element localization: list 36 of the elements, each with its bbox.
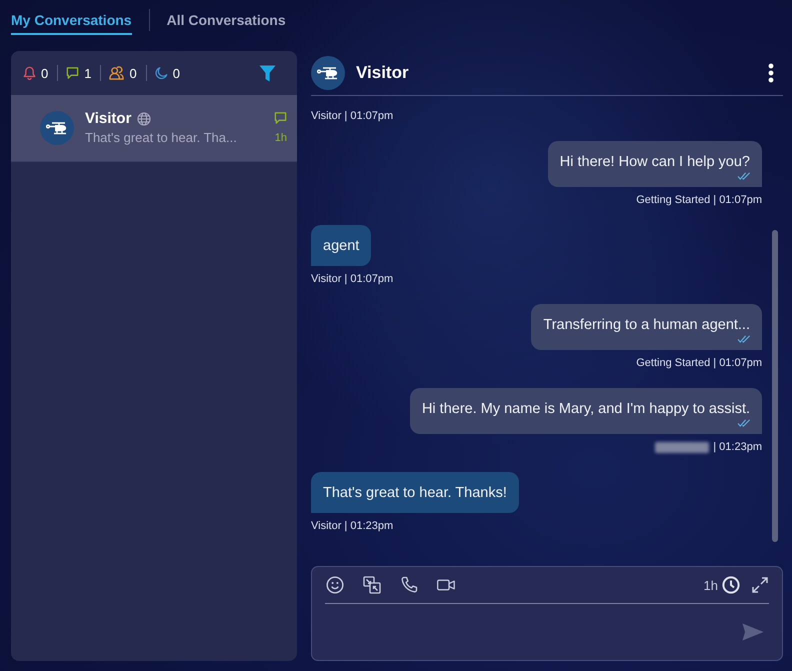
message-preview: That's great to hear. Tha...: [85, 130, 238, 146]
counter-value: 0: [41, 66, 48, 80]
message-bubble: Transferring to a human agent...: [531, 304, 762, 350]
message-meta: Getting Started | 01:07pm: [636, 357, 762, 370]
message-meta: Visitor | 01:23pm: [311, 520, 394, 533]
message-meta: | 01:23pm: [713, 441, 762, 454]
scrollbar-thumb[interactable]: [772, 230, 778, 542]
message-meta: Visitor | 01:07pm: [311, 110, 394, 123]
helicopter-avatar-icon: [40, 111, 74, 145]
filter-icon[interactable]: [259, 64, 276, 82]
more-options-icon[interactable]: [768, 63, 774, 83]
message-bubble: That's great to hear. Thanks!: [311, 472, 519, 513]
time-ago: 1h: [274, 132, 287, 145]
message-meta: Getting Started | 01:07pm: [636, 194, 762, 207]
message-meta: Visitor | 01:07pm: [311, 273, 394, 286]
message-input-field[interactable]: 1h: [311, 566, 783, 661]
expand-icon[interactable]: [752, 577, 768, 593]
conversation-tab[interactable]: All Conversations: [166, 0, 286, 35]
globe-icon: [137, 112, 152, 126]
counter-value: 0: [129, 66, 137, 80]
conversation-item[interactable]: Visitor That's great to hear. Tha... 1h: [11, 95, 297, 162]
chat-title: Visitor: [356, 63, 409, 83]
helicopter-avatar-icon: [311, 56, 345, 90]
timer-value: 1h: [704, 578, 718, 592]
counter-value: 0: [172, 66, 180, 80]
message-bubble: Hi there! How can I help you?: [548, 141, 762, 187]
chat-bubble-icon: [274, 111, 287, 125]
message-bubble: Hi there. My name is Mary, and I'm happy to assist.: [410, 388, 762, 434]
smiley-icon[interactable]: [326, 576, 344, 594]
counter-value: 1: [84, 66, 92, 80]
phone-icon[interactable]: [400, 576, 418, 594]
translate-icon[interactable]: [363, 576, 381, 594]
contact-name: Visitor: [85, 110, 132, 128]
clock-icon[interactable]: [722, 576, 740, 594]
message-bubble: agent: [311, 225, 372, 266]
conversation-tab[interactable]: My Conversations: [11, 0, 132, 35]
